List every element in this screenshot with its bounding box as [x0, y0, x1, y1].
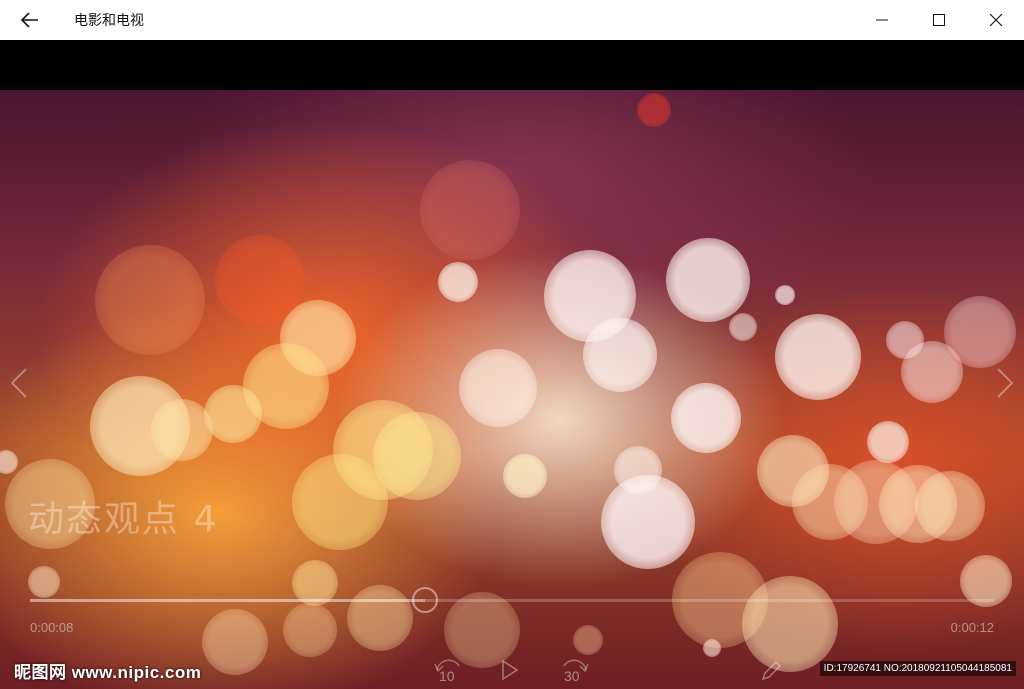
window-controls	[853, 0, 1024, 40]
bokeh-circle	[459, 349, 537, 427]
back-button[interactable]	[0, 0, 60, 40]
bokeh-circle	[438, 262, 478, 302]
bokeh-circle	[573, 625, 603, 655]
seek-bar[interactable]	[30, 587, 994, 613]
bokeh-circle	[373, 412, 461, 500]
watermark-logo: 昵图网 www.nipic.com	[14, 663, 202, 682]
bokeh-circle	[283, 603, 337, 657]
bokeh-circle	[151, 399, 213, 461]
bokeh-circle	[944, 296, 1016, 368]
bokeh-circle	[637, 93, 671, 127]
chevron-right-icon	[997, 368, 1014, 398]
title-bar: 电影和电视	[0, 0, 1024, 40]
previous-button[interactable]	[6, 365, 34, 401]
video-frame[interactable]: 动态观点 4 0:00:08 0:00:12 10 30	[0, 90, 1024, 689]
chevron-left-icon	[10, 368, 27, 398]
edit-button[interactable]	[760, 660, 782, 687]
elapsed-time: 0:00:08	[30, 620, 74, 635]
play-icon	[502, 659, 519, 681]
pencil-icon	[761, 661, 781, 681]
bokeh-circle	[775, 314, 861, 400]
watermark-id: ID:17926741 NO:20180921105044185081	[819, 661, 1016, 676]
bokeh-circle	[95, 245, 205, 355]
media-title: 动态观点 4	[28, 499, 219, 540]
bokeh-circle	[614, 446, 662, 494]
bokeh-circle	[703, 639, 721, 657]
bokeh-circle	[420, 160, 520, 260]
bokeh-circle	[867, 421, 909, 463]
next-button[interactable]	[990, 365, 1018, 401]
minimize-button[interactable]	[853, 0, 910, 40]
bokeh-circle	[742, 576, 838, 672]
close-icon	[989, 14, 1002, 26]
bokeh-circle	[347, 585, 413, 651]
arrow-left-icon	[21, 12, 38, 28]
bokeh-circle	[886, 321, 924, 359]
maximize-icon	[932, 14, 945, 26]
seek-progress	[30, 599, 426, 602]
app-title: 电影和电视	[74, 12, 144, 28]
letterbox-top	[0, 40, 1024, 90]
bokeh-circle	[292, 454, 388, 550]
bokeh-circle	[202, 609, 268, 675]
bokeh-circle	[28, 566, 60, 598]
bokeh-circle	[775, 285, 795, 305]
bokeh-circle	[671, 383, 741, 453]
bokeh-circle	[583, 318, 657, 392]
skip-back-label: 10	[439, 668, 455, 684]
bokeh-circle	[915, 471, 985, 541]
seek-thumb[interactable]	[412, 587, 439, 613]
minimize-icon	[875, 19, 888, 21]
skip-forward-label: 30	[564, 668, 580, 684]
bokeh-circle	[503, 454, 547, 498]
total-time: 0:00:12	[950, 620, 994, 635]
bokeh-circle	[666, 238, 750, 322]
bokeh-circle	[0, 450, 18, 474]
play-button[interactable]	[501, 659, 519, 685]
bokeh-circle	[215, 235, 305, 325]
close-button[interactable]	[967, 0, 1024, 40]
bokeh-circle	[729, 313, 757, 341]
maximize-button[interactable]	[910, 0, 967, 40]
